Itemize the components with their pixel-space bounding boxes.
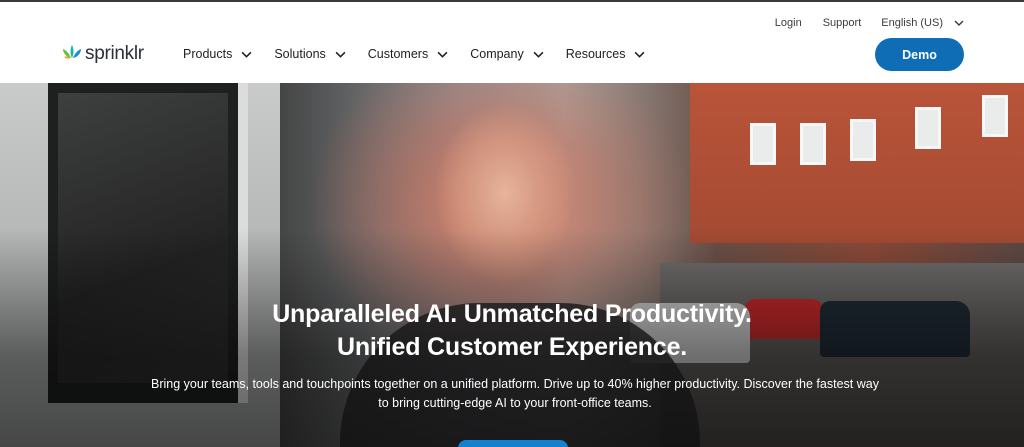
nav-item-label: Company (470, 47, 524, 61)
nav-item-label: Products (183, 47, 233, 61)
hero-subtitle-line2: to bring cutting-edge AI to your front-o… (378, 396, 652, 410)
hero-subtitle-line1: Bring your teams, tools and touchpoints … (151, 377, 879, 391)
nav-item-label: Solutions (274, 47, 326, 61)
sprinklr-flower-icon (62, 44, 82, 65)
nav-item-label: Resources (565, 47, 626, 61)
demo-button[interactable]: Demo (875, 38, 964, 71)
login-link[interactable]: Login (775, 17, 802, 29)
language-selector[interactable]: English (US) (881, 17, 964, 29)
hero-title-line2: Unified Customer Experience. (336, 333, 688, 361)
chevron-down-icon (953, 18, 964, 29)
main-nav: Products Solutions Customers Company Res… (183, 45, 667, 63)
chevron-down-icon (533, 49, 544, 60)
hero-title-line1: Unparalleled AI. Unmatched Productivity. (272, 300, 752, 328)
hero-subtitle: Bring your teams, tools and touchpoints … (130, 375, 900, 413)
nav-item-solutions[interactable]: Solutions (274, 45, 346, 63)
hero-cta-button[interactable] (458, 440, 568, 447)
chevron-down-icon (241, 49, 252, 60)
language-label: English (US) (881, 17, 943, 29)
chevron-down-icon (335, 49, 346, 60)
nav-item-products[interactable]: Products (183, 45, 252, 63)
chevron-down-icon (437, 49, 448, 60)
support-link[interactable]: Support (823, 17, 862, 29)
hero-section: Unparalleled AI. Unmatched Productivity.… (0, 83, 1024, 447)
chevron-down-icon (634, 49, 645, 60)
nav-item-label: Customers (367, 47, 429, 61)
logo-text: sprinklr (85, 43, 144, 64)
nav-item-resources[interactable]: Resources (566, 45, 646, 63)
utility-bar: Login Support English (US) (775, 17, 964, 29)
site-header: Login Support English (US) sprinklr Prod… (0, 2, 1024, 83)
sprinklr-logo[interactable]: sprinklr (62, 43, 144, 65)
nav-item-customers[interactable]: Customers (368, 45, 448, 63)
nav-item-company[interactable]: Company (470, 45, 544, 63)
